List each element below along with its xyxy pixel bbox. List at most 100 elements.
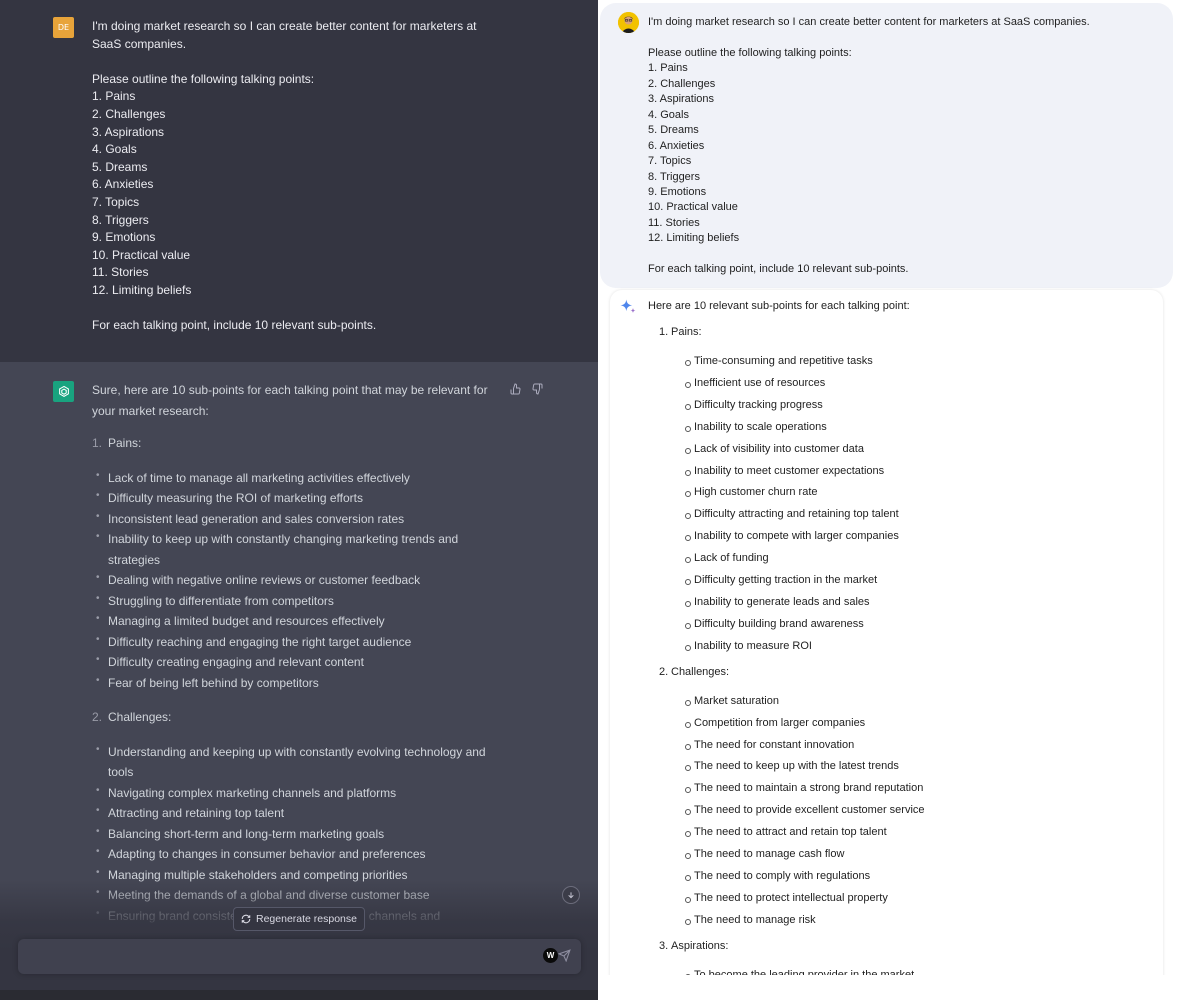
thumbs-down-icon[interactable] <box>531 382 543 395</box>
sub-point-item: Inability to generate leads and sales <box>685 592 1148 614</box>
sub-point-item: Lack of funding <box>685 548 1148 570</box>
message-line: 8. Triggers <box>92 212 149 227</box>
message-line: 11. Stories <box>92 265 149 280</box>
sub-point-item: Inability to scale operations <box>685 417 1148 439</box>
sub-point-item: Difficulty reaching and engaging the rig… <box>96 630 492 653</box>
section-title: Challenges: <box>108 710 172 724</box>
sub-point-item: Difficulty building brand awareness <box>685 614 1148 636</box>
sub-point-item: Understanding and keeping up with consta… <box>96 740 492 783</box>
message-line: 3. Aspirations <box>648 93 715 106</box>
sparkle-icon <box>620 299 636 314</box>
sub-point-item: Difficulty measuring the ROI of marketin… <box>96 486 492 509</box>
assistant-message-text: Here are 10 relevant sub-points for each… <box>648 299 1148 1000</box>
arrow-down-icon <box>568 892 574 899</box>
message-line: 2. Challenges <box>92 106 166 121</box>
message-line: 12. Limiting beliefs <box>648 232 740 245</box>
sub-point-item: High customer churn rate <box>685 482 1148 504</box>
sub-point-item: The need to keep up with the latest tren… <box>685 756 1148 778</box>
message-line: 6. Anxieties <box>92 177 154 192</box>
sub-point-item: Difficulty getting traction in the marke… <box>685 570 1148 592</box>
bottom-edge <box>598 975 1186 1000</box>
message-line: 3. Aspirations <box>92 124 165 139</box>
sub-point-item: Dealing with negative online reviews or … <box>96 568 492 591</box>
message-line: Please outline the following talking poi… <box>648 46 852 59</box>
section-heading: 1. Pains: <box>659 325 1148 340</box>
sub-point-item: Inability to measure ROI <box>685 636 1148 658</box>
message-line: 12. Limiting beliefs <box>92 282 192 297</box>
sub-point-item: Market saturation <box>685 691 1148 713</box>
section-title: Pains: <box>108 436 142 450</box>
bottom-strip <box>0 990 598 1000</box>
sub-point-item: Inefficient use of resources <box>685 373 1148 395</box>
sub-point-list: Lack of time to manage all marketing act… <box>96 466 492 694</box>
user-message-text: I'm doing market research so I can creat… <box>92 18 492 335</box>
sub-point-item: Inability to keep up with constantly cha… <box>96 527 492 570</box>
sub-point-item: Struggling to differentiate from competi… <box>96 589 492 612</box>
thumbs-up-icon[interactable] <box>510 382 522 395</box>
message-line: 1. Pains <box>648 62 688 75</box>
sub-point-item: Inability to meet customer expectations <box>685 461 1148 483</box>
regenerate-label: Regenerate response <box>256 913 357 925</box>
sub-point-item: Difficulty creating engaging and relevan… <box>96 650 492 673</box>
message-line: I'm doing market research so I can creat… <box>648 16 1090 28</box>
refresh-icon <box>241 914 251 924</box>
section-heading: 2. Challenges: <box>92 707 492 728</box>
sub-point-item: The need to provide excellent customer s… <box>685 800 1148 822</box>
chatgpt-logo-icon <box>53 381 74 402</box>
message-line: 9. Emotions <box>92 230 156 245</box>
assistant-message-text: Sure, here are 10 sub-points for each ta… <box>92 380 492 940</box>
section-title: Challenges: <box>671 665 730 678</box>
message-line: 10. Practical value <box>648 201 738 214</box>
section-title: Pains: <box>671 326 702 338</box>
sub-point-item: Time-consuming and repetitive tasks <box>685 351 1148 373</box>
send-icon[interactable] <box>558 949 571 962</box>
sub-point-item: The need for constant innovation <box>685 735 1148 757</box>
sub-point-item: Balancing short-term and long-term marke… <box>96 822 492 845</box>
message-line: 6. Anxieties <box>648 139 705 152</box>
sub-point-item: The need to manage risk <box>685 910 1148 932</box>
message-line: 7. Topics <box>648 155 692 168</box>
message-line: For each talking point, include 10 relev… <box>648 263 909 276</box>
message-line: 11. Stories <box>648 216 700 229</box>
sub-point-item: The need to maintain a strong brand repu… <box>685 778 1148 800</box>
extension-badge[interactable]: W <box>543 948 558 963</box>
sub-point-item: Adapting to changes in consumer behavior… <box>96 842 492 865</box>
section-heading: 3. Aspirations: <box>659 939 1148 954</box>
section-title: Aspirations: <box>671 939 729 952</box>
section-number: 2. <box>659 665 669 678</box>
message-line: 5. Dreams <box>92 159 148 174</box>
bard-panel: I'm doing market research so I can creat… <box>598 0 1186 1000</box>
user-avatar: DE <box>53 17 74 38</box>
message-line: 4. Goals <box>92 142 137 157</box>
message-line: 10. Practical value <box>92 247 191 262</box>
regenerate-response-button[interactable]: Regenerate response <box>233 907 365 931</box>
section-heading: 1. Pains: <box>92 433 492 454</box>
sub-point-item: Inability to compete with larger compani… <box>685 526 1148 548</box>
sub-point-list: Time-consuming and repetitive tasks Ineff… <box>685 351 1148 658</box>
message-line: Please outline the following talking poi… <box>92 71 315 86</box>
sub-point-item: Lack of visibility into customer data <box>685 439 1148 461</box>
scroll-down-button[interactable] <box>562 886 580 904</box>
section-number: 1. <box>659 326 669 338</box>
section-number: 3. <box>659 939 669 952</box>
chatgpt-panel: DE I'm doing market research so I can cr… <box>0 0 598 1000</box>
assistant-intro: Sure, here are 10 sub-points for each ta… <box>92 383 488 418</box>
sub-point-item: Inconsistent lead generation and sales c… <box>96 507 492 530</box>
sub-point-item: The need to comply with regulations <box>685 866 1148 888</box>
sub-point-list: Market saturation Competition from larger… <box>685 691 1148 932</box>
section-number: 2. <box>92 710 103 724</box>
sub-point-item: Difficulty attracting and retaining top … <box>685 504 1148 526</box>
message-line: 4. Goals <box>648 108 689 121</box>
message-line: 7. Topics <box>92 194 140 209</box>
sub-point-item: Managing a limited budget and resources … <box>96 609 492 632</box>
sub-point-item: Difficulty tracking progress <box>685 395 1148 417</box>
sub-point-item: Attracting and retaining top talent <box>96 801 492 824</box>
message-input[interactable]: W <box>18 939 581 974</box>
user-message-text: I'm doing market research so I can creat… <box>648 15 1148 278</box>
sub-point-item: Navigating complex marketing channels an… <box>96 781 492 804</box>
sub-point-item: The need to manage cash flow <box>685 844 1148 866</box>
